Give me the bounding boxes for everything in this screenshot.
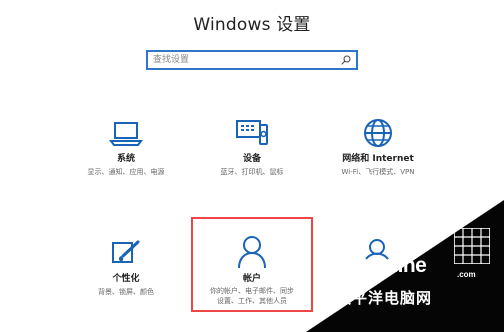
tile-accounts-inner: 帐户 你的帐户、电子邮件、同步 设置、工作、其他人员 <box>188 236 316 316</box>
tile-description: 背景、锁屏、颜色 <box>98 288 154 296</box>
watermark-brand: PConline <box>340 254 427 277</box>
search-icon[interactable] <box>340 54 352 66</box>
tile-system[interactable]: 系统 显示、通知、应用、电源 <box>62 116 190 188</box>
tile-label: 网络和 Internet <box>342 154 414 164</box>
tile-description: 你的帐户、电子邮件、同步 设置、工作、其他人员 <box>188 286 316 306</box>
tile-description: Wi-Fi、飞行模式、VPN <box>341 168 415 176</box>
tile-label: 设备 <box>242 154 261 164</box>
tile-label: 帐户 <box>242 274 261 284</box>
settings-window: Windows 设置 系统 显示、通知、应用、电源 设备 蓝牙、打印机、鼠标 <box>0 0 504 332</box>
page-title: Windows 设置 <box>193 15 311 35</box>
watermark-grid-icon <box>454 228 490 264</box>
tile-devices[interactable]: 设备 蓝牙、打印机、鼠标 <box>188 116 316 188</box>
devices-icon <box>236 120 268 145</box>
tile-description: 显示、通知、应用、电源 <box>87 168 165 176</box>
search-box[interactable] <box>146 50 358 70</box>
tile-description-line: 你的帐户、电子邮件、同步 <box>210 287 294 295</box>
personalization-icon <box>112 240 140 263</box>
tile-description: 蓝牙、打印机、鼠标 <box>220 168 284 176</box>
globe-icon <box>364 119 392 147</box>
tile-label: 系统 <box>116 154 135 164</box>
watermark-domain-suffix: .com <box>457 270 476 279</box>
tile-description-line: 设置、工作、其他人员 <box>217 297 287 305</box>
watermark-chinese-name: 太平洋电脑网 <box>336 289 433 307</box>
tile-label: 个性化 <box>112 274 140 284</box>
watermark-overlay: PConline .com 太平洋电脑网 <box>306 200 504 332</box>
account-icon <box>238 236 266 269</box>
tile-accounts[interactable]: 帐户 你的帐户、电子邮件、同步 设置、工作、其他人员 <box>188 236 316 308</box>
tile-network[interactable]: 网络和 Internet Wi-Fi、飞行模式、VPN <box>314 116 442 188</box>
tile-personalization[interactable]: 个性化 背景、锁屏、颜色 <box>62 236 190 308</box>
search-input[interactable] <box>148 52 339 68</box>
laptop-icon <box>109 122 143 146</box>
